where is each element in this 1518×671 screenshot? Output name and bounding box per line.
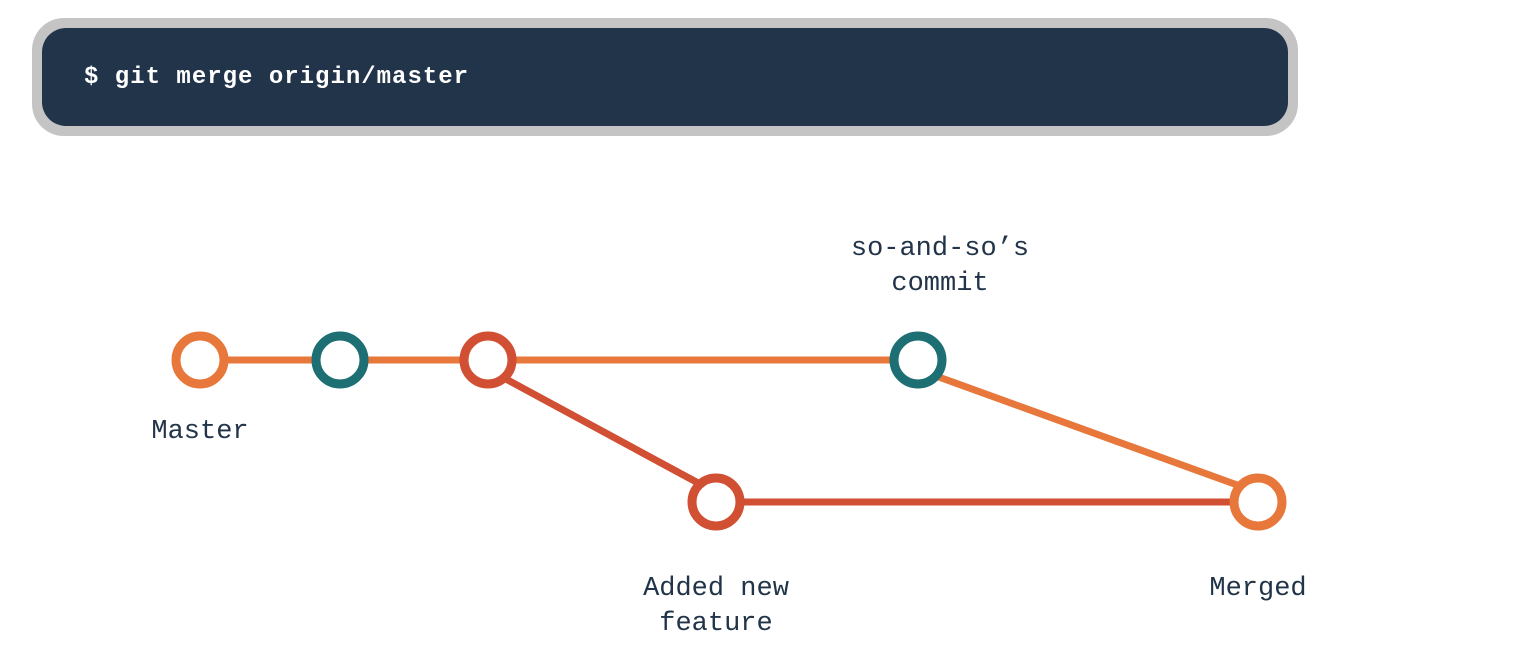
label-remote-line2: commit (891, 269, 988, 299)
terminal: $ git merge origin/master (42, 28, 1288, 126)
label-merged: Merged (1209, 574, 1306, 604)
diagram-svg: Master so-and-so’s commit Added new feat… (0, 200, 1518, 666)
label-master: Master (151, 417, 248, 447)
node-commit2 (316, 336, 364, 384)
node-feature (692, 478, 740, 526)
node-merged (1234, 478, 1282, 526)
label-remote-line1: so-and-so’s (851, 234, 1029, 264)
git-merge-diagram: Master so-and-so’s commit Added new feat… (0, 200, 1518, 666)
edge-remote-merged (936, 376, 1240, 486)
node-remote (894, 336, 942, 384)
label-feature-line2: feature (659, 609, 772, 639)
label-feature-line1: Added new (643, 574, 789, 604)
terminal-container: $ git merge origin/master (32, 18, 1298, 136)
terminal-command: $ git merge origin/master (84, 64, 469, 91)
node-commit3 (464, 336, 512, 384)
diagram-labels: Master so-and-so’s commit Added new feat… (151, 234, 1306, 639)
edge-commit3-feature (504, 378, 700, 484)
diagram-nodes (176, 336, 1282, 526)
node-master (176, 336, 224, 384)
